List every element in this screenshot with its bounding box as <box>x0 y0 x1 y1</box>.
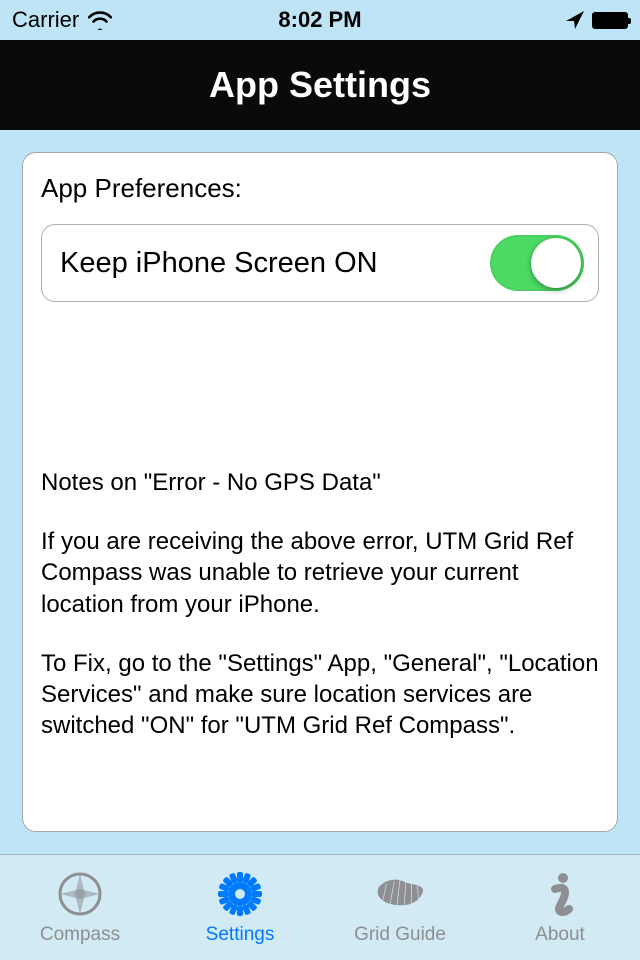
notes-block: Notes on "Error - No GPS Data" If you ar… <box>41 467 599 741</box>
tab-grid-guide-label: Grid Guide <box>354 924 446 946</box>
preferences-card: App Preferences: Keep iPhone Screen ON N… <box>22 152 618 832</box>
tab-bar: Compass <box>0 854 640 960</box>
keep-screen-on-switch[interactable] <box>490 235 584 291</box>
battery-icon <box>592 12 628 29</box>
info-icon <box>535 869 585 919</box>
preferences-section-label: App Preferences: <box>41 173 599 204</box>
tab-compass[interactable]: Compass <box>0 869 160 946</box>
map-icon <box>375 869 425 919</box>
keep-screen-on-label: Keep iPhone Screen ON <box>60 247 378 280</box>
gear-icon <box>215 869 265 919</box>
wifi-icon <box>87 10 113 30</box>
notes-heading: Notes on "Error - No GPS Data" <box>41 467 599 498</box>
status-left: Carrier <box>12 7 217 33</box>
notes-para-2: To Fix, go to the "Settings" App, "Gener… <box>41 648 599 742</box>
tab-settings-label: Settings <box>206 924 275 946</box>
status-time: 8:02 PM <box>217 7 422 33</box>
compass-icon <box>55 869 105 919</box>
title-bar: App Settings <box>0 40 640 130</box>
tab-about[interactable]: About <box>480 869 640 946</box>
carrier-label: Carrier <box>12 7 79 33</box>
tab-about-label: About <box>535 924 585 946</box>
keep-screen-on-row: Keep iPhone Screen ON <box>41 224 599 302</box>
page-title: App Settings <box>209 64 431 106</box>
status-bar: Carrier 8:02 PM <box>0 0 640 40</box>
status-right <box>423 9 628 31</box>
tab-grid-guide[interactable]: Grid Guide <box>320 869 480 946</box>
location-arrow-icon <box>564 9 586 31</box>
tab-settings[interactable]: Settings <box>160 869 320 946</box>
tab-compass-label: Compass <box>40 924 120 946</box>
switch-knob <box>531 238 581 288</box>
notes-para-1: If you are receiving the above error, UT… <box>41 526 599 620</box>
content-area: App Preferences: Keep iPhone Screen ON N… <box>0 130 640 854</box>
